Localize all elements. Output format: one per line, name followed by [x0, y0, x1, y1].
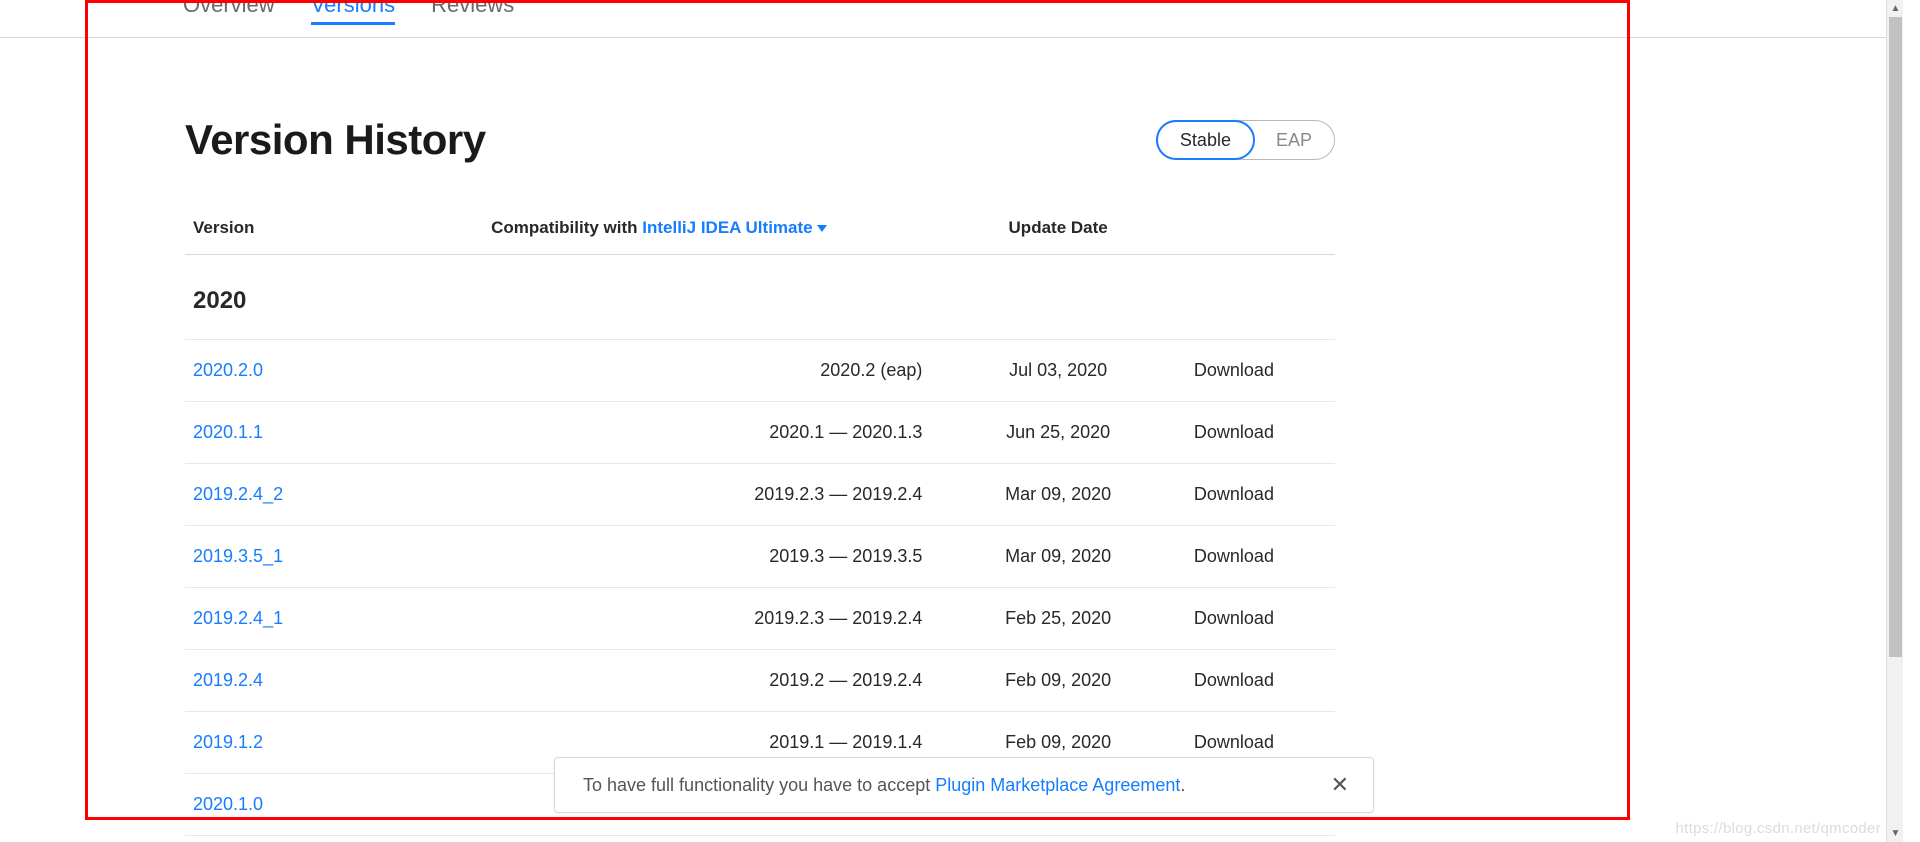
version-link[interactable]: 2019.2.4	[193, 670, 263, 690]
version-table: Version Compatibility with IntelliJ IDEA…	[185, 218, 1335, 836]
toast-suffix: .	[1180, 775, 1185, 795]
version-link[interactable]: 2019.3.5_1	[193, 546, 283, 566]
column-header-compatibility: Compatibility with IntelliJ IDEA Ultimat…	[483, 218, 930, 255]
channel-stable-button[interactable]: Stable	[1156, 120, 1255, 160]
download-button[interactable]: Download	[1186, 526, 1335, 588]
table-row: 2019.3.5_1 2019.3 — 2019.3.5Mar 09, 2020D…	[185, 526, 1335, 588]
scrollbar-thumb[interactable]	[1889, 17, 1902, 657]
agreement-toast: To have full functionality you have to a…	[554, 757, 1374, 813]
compatibility-cell: 2019.3 — 2019.3.5	[483, 526, 930, 588]
update-date-cell: Jul 03, 2020	[930, 340, 1186, 402]
version-link[interactable]: 2020.1.0	[193, 794, 263, 814]
column-header-download	[1186, 218, 1335, 255]
table-row: 2020.1.1 2020.1 — 2020.1.3Jun 25, 2020Dow…	[185, 402, 1335, 464]
compat-prefix: Compatibility with	[491, 218, 642, 237]
download-button[interactable]: Download	[1186, 340, 1335, 402]
tabs-bar: Overview Versions Reviews	[0, 0, 1903, 38]
channel-eap-button[interactable]: EAP	[1254, 121, 1334, 159]
column-header-version: Version	[185, 218, 483, 255]
version-history-section: Version History Stable EAP Version Compa…	[185, 116, 1335, 836]
download-button[interactable]: Download	[1186, 464, 1335, 526]
close-icon[interactable]: ✕	[1327, 770, 1353, 800]
version-link[interactable]: 2019.1.2	[193, 732, 263, 752]
table-row: 2019.2.4 2019.2 — 2019.2.4Feb 09, 2020Dow…	[185, 650, 1335, 712]
column-header-update-date: Update Date	[930, 218, 1186, 255]
scrollbar-up-icon[interactable]: ▲	[1887, 0, 1903, 17]
tab-versions[interactable]: Versions	[311, 0, 395, 25]
scrollbar[interactable]: ▲ ▼	[1886, 0, 1903, 842]
compatibility-cell: 2020.1 — 2020.1.3	[483, 402, 930, 464]
table-row: 2019.2.4_1 2019.2.3 — 2019.2.4Feb 25, 202…	[185, 588, 1335, 650]
toast-agreement-link[interactable]: Plugin Marketplace Agreement	[935, 775, 1180, 795]
toast-text: To have full functionality you have to a…	[583, 775, 935, 795]
version-link[interactable]: 2019.2.4_1	[193, 608, 283, 628]
table-row: 2020.2.0 2020.2 (eap)Jul 03, 2020Download	[185, 340, 1335, 402]
update-date-cell: Mar 09, 2020	[930, 464, 1186, 526]
update-date-cell: Feb 25, 2020	[930, 588, 1186, 650]
scrollbar-down-icon[interactable]: ▼	[1887, 825, 1903, 842]
update-date-cell: Mar 09, 2020	[930, 526, 1186, 588]
compat-product-dropdown[interactable]: IntelliJ IDEA Ultimate	[642, 218, 812, 237]
version-link[interactable]: 2020.1.1	[193, 422, 263, 442]
tab-reviews[interactable]: Reviews	[431, 0, 514, 25]
download-button[interactable]: Download	[1186, 650, 1335, 712]
toast-message: To have full functionality you have to a…	[583, 775, 1185, 796]
update-date-cell: Feb 09, 2020	[930, 650, 1186, 712]
watermark: https://blog.csdn.net/qmcoder	[1676, 820, 1881, 837]
download-button[interactable]: Download	[1186, 402, 1335, 464]
compatibility-cell: 2019.2 — 2019.2.4	[483, 650, 930, 712]
version-link[interactable]: 2020.2.0	[193, 360, 263, 380]
update-date-cell: Jun 25, 2020	[930, 402, 1186, 464]
tab-overview[interactable]: Overview	[183, 0, 275, 25]
page-title: Version History	[185, 116, 486, 164]
compatibility-cell: 2020.2 (eap)	[483, 340, 930, 402]
year-group-header: 2020	[185, 255, 1335, 340]
channel-toggle: Stable EAP	[1156, 120, 1335, 160]
download-button[interactable]: Download	[1186, 588, 1335, 650]
table-row: 2019.2.4_2 2019.2.3 — 2019.2.4Mar 09, 202…	[185, 464, 1335, 526]
compatibility-cell: 2019.2.3 — 2019.2.4	[483, 464, 930, 526]
compatibility-cell: 2019.2.3 — 2019.2.4	[483, 588, 930, 650]
caret-down-icon[interactable]	[817, 225, 827, 232]
year-label: 2020	[185, 255, 1335, 340]
version-link[interactable]: 2019.2.4_2	[193, 484, 283, 504]
